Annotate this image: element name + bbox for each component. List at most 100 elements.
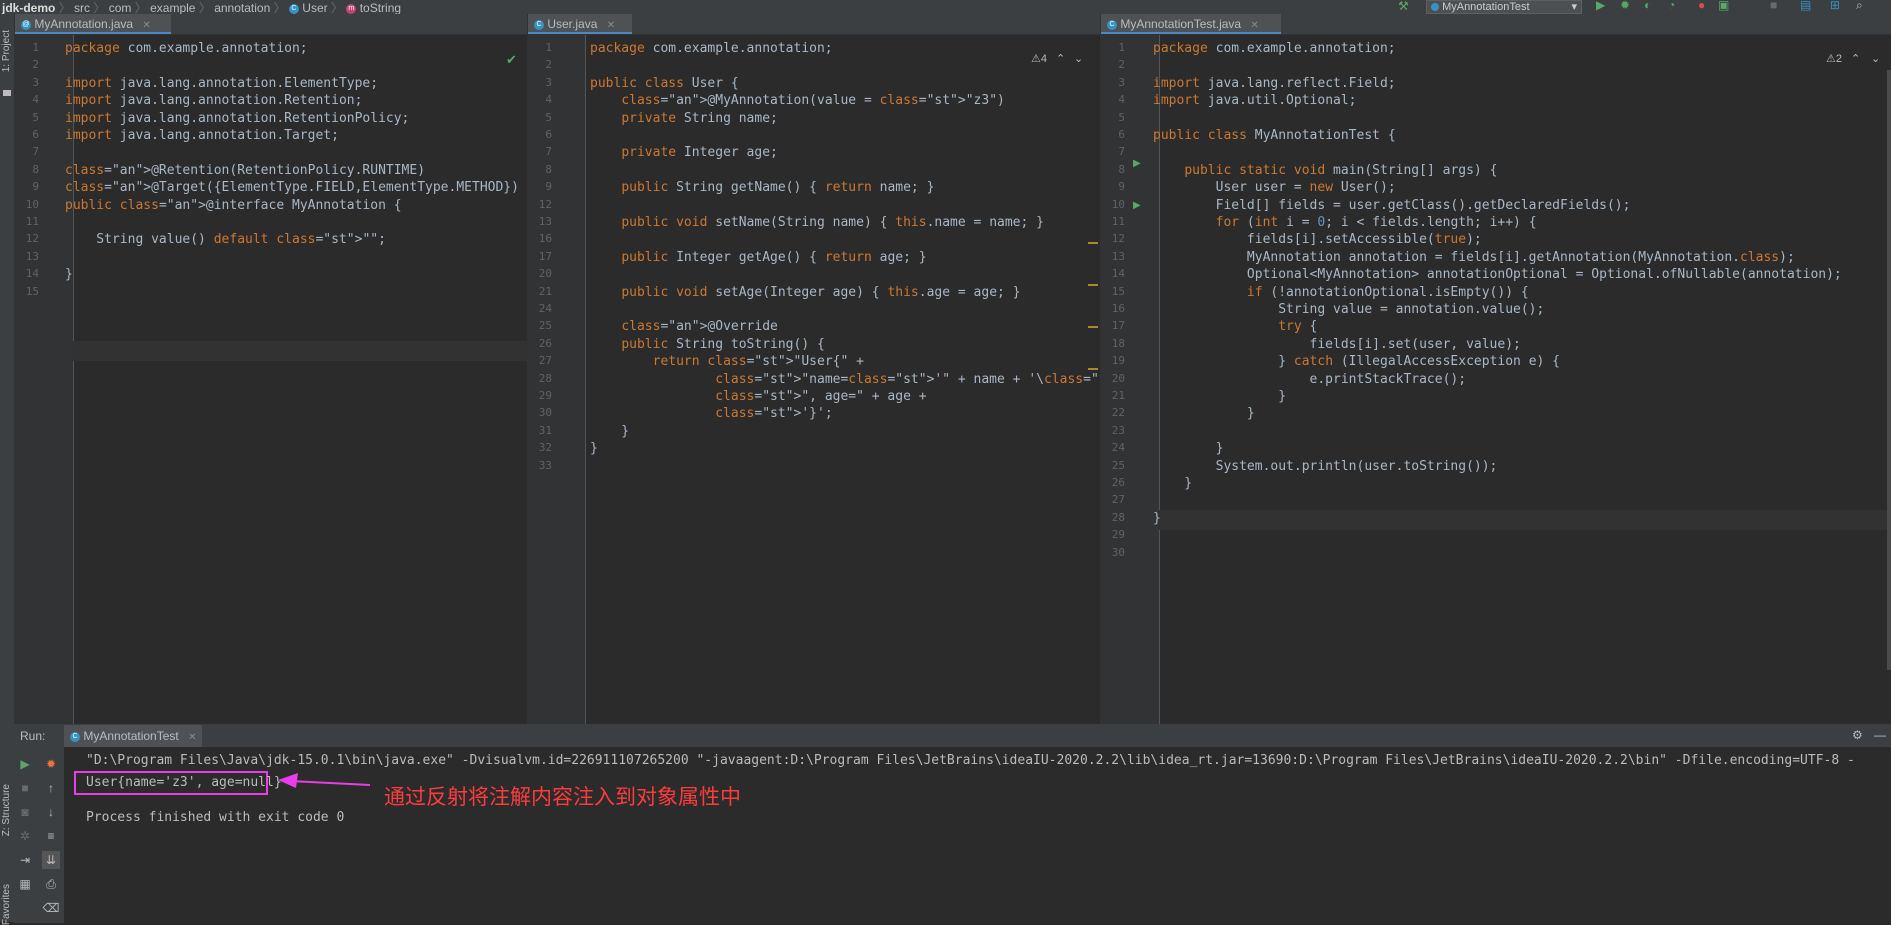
warning-marker[interactable]	[1088, 242, 1098, 244]
arrow-down-icon[interactable]: ↓	[42, 803, 60, 821]
code-line[interactable]: String value = annotation.value();	[1153, 302, 1544, 317]
run-gutter-icon[interactable]: ▶	[1133, 200, 1141, 211]
run-config-select[interactable]: MyAnnotationTest ▾	[1426, 0, 1582, 14]
trash-icon[interactable]: ⌫	[42, 899, 60, 917]
code-line[interactable]: import java.util.Optional;	[1153, 93, 1357, 108]
code-line[interactable]: }	[590, 441, 598, 456]
tab-myannotation[interactable]: @ MyAnnotation.java ✕	[15, 14, 171, 34]
code-line[interactable]: try {	[1153, 319, 1317, 334]
breadcrumb-com[interactable]: com	[109, 1, 132, 14]
code-line[interactable]: String value() default class="st">"";	[65, 232, 386, 247]
code-line[interactable]: MyAnnotation annotation = fields[i].getA…	[1153, 250, 1795, 265]
code-line[interactable]: public class="an">@interface MyAnnotatio…	[65, 198, 402, 213]
code-line[interactable]: import java.lang.annotation.ElementType;	[65, 76, 378, 91]
code-line[interactable]: public void setName(String name) { this.…	[590, 215, 1044, 230]
code-line[interactable]: import java.lang.annotation.RetentionPol…	[65, 111, 409, 126]
code-line[interactable]: }	[1153, 389, 1286, 404]
code-line[interactable]: fields[i].setAccessible(true);	[1153, 232, 1482, 247]
coverage-icon[interactable]: ◐	[1644, 0, 1651, 12]
stop-icon[interactable]: ●	[1698, 0, 1705, 12]
code-line[interactable]: class="an">@Override	[590, 319, 778, 334]
code-line[interactable]: class="st">'}';	[590, 406, 832, 421]
code-line[interactable]: private String name;	[590, 111, 778, 126]
code-line[interactable]: User user = new User();	[1153, 180, 1396, 195]
debug-icon[interactable]: ✹	[1620, 0, 1630, 12]
minimize-icon[interactable]: —	[1874, 728, 1886, 742]
code-line[interactable]: class="st">"name=class="st">'" + name + …	[590, 372, 1101, 387]
code-line[interactable]: class="an">@MyAnnotation(value = class="…	[590, 93, 1005, 108]
code-line[interactable]: fields[i].set(user, value);	[1153, 337, 1521, 352]
profile-icon[interactable]: ◔	[1668, 0, 1675, 12]
run-icon[interactable]: ▶	[1596, 0, 1605, 12]
code-line[interactable]: }	[1153, 476, 1192, 491]
chevron-up-icon[interactable]: ⌃	[1851, 52, 1860, 65]
scroll-to-end-icon[interactable]: ⇊	[42, 851, 60, 869]
settings-icon[interactable]: ✲	[16, 827, 34, 845]
structure-tool-tab[interactable]: Z: Structure	[1, 784, 12, 836]
warning-marker[interactable]	[1088, 284, 1098, 286]
warning-marker[interactable]	[1088, 326, 1098, 328]
warning-marker[interactable]	[1088, 368, 1098, 370]
code-line[interactable]: System.out.println(user.toString());	[1153, 459, 1498, 474]
code-line[interactable]: public void setAge(Integer age) { this.a…	[590, 285, 1020, 300]
code-line[interactable]: return class="st">"User{" +	[590, 354, 864, 369]
soft-wrap-icon[interactable]: ≡	[42, 827, 60, 845]
code-line[interactable]: Optional<MyAnnotation> annotationOptiona…	[1153, 267, 1842, 282]
code-line[interactable]: package com.example.annotation;	[65, 41, 308, 56]
breadcrumb-annotation[interactable]: annotation	[214, 1, 270, 14]
code-line[interactable]: if (!annotationOptional.isEmpty()) {	[1153, 285, 1529, 300]
gear-icon[interactable]: ⚙	[1852, 728, 1863, 742]
code-line[interactable]: }	[65, 267, 73, 282]
code-line[interactable]: e.printStackTrace();	[1153, 372, 1467, 387]
translate-icon[interactable]: ⊞	[1830, 0, 1840, 12]
breadcrumb-user[interactable]: User	[302, 1, 327, 14]
code-line[interactable]: public String toString() {	[590, 337, 825, 352]
square-icon[interactable]: ■	[1770, 0, 1777, 12]
code-line[interactable]: package com.example.annotation;	[590, 41, 833, 56]
breadcrumb-project[interactable]: jdk-demo	[2, 1, 55, 14]
hammer-icon[interactable]: ⚒	[1398, 0, 1409, 13]
attach-icon[interactable]: ▣	[1718, 0, 1729, 12]
stop-icon[interactable]: ■	[16, 779, 34, 797]
tab-myannotationtest[interactable]: C MyAnnotationTest.java ✕	[1101, 14, 1281, 34]
chevron-down-icon[interactable]: ⌄	[1074, 52, 1083, 65]
code-line[interactable]: }	[1153, 441, 1224, 456]
print-icon[interactable]: ⎙	[42, 875, 60, 893]
close-icon[interactable]: ✕	[142, 20, 150, 31]
code-line[interactable]: import java.lang.reflect.Field;	[1153, 76, 1396, 91]
code-line[interactable]: import java.lang.annotation.Target;	[65, 128, 339, 143]
code-line[interactable]: class="an">@Retention(RetentionPolicy.RU…	[65, 163, 425, 178]
chevron-down-icon[interactable]: ⌄	[1871, 52, 1880, 65]
camera-icon[interactable]: ◙	[16, 803, 34, 821]
code-line[interactable]: package com.example.annotation;	[1153, 41, 1396, 56]
code-line[interactable]: for (int i = 0; i < fields.length; i++) …	[1153, 215, 1537, 230]
close-icon[interactable]: ✕	[1250, 20, 1258, 31]
code-line[interactable]: public String getName() { return name; }	[590, 180, 934, 195]
breadcrumb-method[interactable]: toString	[360, 1, 401, 14]
code-line[interactable]: } catch (IllegalAccessException e) {	[1153, 354, 1560, 369]
code-line[interactable]: Field[] fields = user.getClass().getDecl…	[1153, 198, 1631, 213]
run-gutter-icon[interactable]: ▶	[1133, 158, 1141, 169]
code-line[interactable]: }	[1153, 511, 1161, 526]
rerun-icon[interactable]: ▶	[16, 755, 34, 773]
breadcrumb-src[interactable]: src	[74, 1, 90, 14]
arrow-up-icon[interactable]: ↑	[42, 779, 60, 797]
close-icon[interactable]: ✕	[607, 20, 615, 31]
favorites-tool-tab[interactable]: Favorites	[1, 884, 12, 925]
warning-count[interactable]: ⚠2	[1826, 52, 1842, 65]
exit-icon[interactable]: ⇥	[16, 851, 34, 869]
warning-count[interactable]: ⚠4	[1031, 52, 1047, 65]
code-line[interactable]: private Integer age;	[590, 145, 778, 160]
run-tab[interactable]: C MyAnnotationTest ✕	[64, 725, 203, 747]
project-structure-icon[interactable]: ▤	[1800, 0, 1811, 12]
search-icon[interactable]: ⌕	[1856, 0, 1863, 13]
scrollbar[interactable]	[1887, 70, 1891, 670]
code-line[interactable]: public Integer getAge() { return age; }	[590, 250, 926, 265]
breadcrumb-example[interactable]: example	[150, 1, 195, 14]
debug-icon[interactable]: ✹	[42, 755, 60, 773]
tab-user[interactable]: C User.java ✕	[528, 14, 632, 34]
code-line[interactable]: class="an">@Target({ElementType.FIELD,El…	[65, 180, 519, 195]
code-line[interactable]: public class User {	[590, 76, 739, 91]
code-line[interactable]: public class MyAnnotationTest {	[1153, 128, 1396, 143]
code-line[interactable]: import java.lang.annotation.Retention;	[65, 93, 362, 108]
